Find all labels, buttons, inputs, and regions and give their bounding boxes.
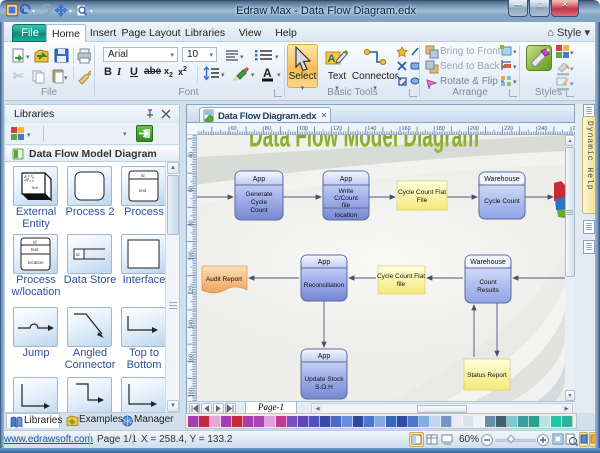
svg-text:text: text bbox=[139, 188, 147, 193]
svg-text:Update Stock: Update Stock bbox=[304, 376, 344, 383]
svg-text:Cycle: Cycle bbox=[251, 199, 268, 206]
svg-text:id: id bbox=[76, 252, 80, 257]
svg-text:text: text bbox=[31, 247, 39, 252]
svg-text:App: App bbox=[340, 176, 353, 183]
svg-text:Text: Text bbox=[31, 185, 39, 190]
svg-text:160: 160 bbox=[189, 354, 195, 363]
svg-text:▾: ▾ bbox=[277, 72, 281, 79]
svg-text:220: 220 bbox=[504, 126, 513, 132]
svg-text:120: 120 bbox=[333, 126, 342, 132]
svg-text:200: 200 bbox=[470, 126, 479, 132]
svg-text:▾: ▾ bbox=[513, 64, 517, 71]
svg-text:A: A bbox=[263, 66, 272, 80]
svg-text:Results: Results bbox=[477, 287, 499, 294]
svg-text:id: id bbox=[141, 173, 145, 178]
svg-text:S.O.H: S.O.H bbox=[315, 384, 333, 391]
svg-text:Audit Report: Audit Report bbox=[206, 276, 242, 283]
svg-text:Count: Count bbox=[250, 207, 268, 214]
svg-text:Warehouse: Warehouse bbox=[484, 176, 520, 183]
svg-text:▾: ▾ bbox=[221, 72, 225, 79]
svg-text:File: File bbox=[417, 197, 428, 204]
svg-text:▾: ▾ bbox=[27, 132, 31, 139]
svg-text:180: 180 bbox=[189, 388, 195, 397]
svg-text:140: 140 bbox=[189, 320, 195, 329]
svg-text:40: 40 bbox=[189, 152, 195, 158]
svg-text:80: 80 bbox=[265, 126, 271, 132]
svg-text:A: A bbox=[328, 53, 336, 65]
svg-text:App: App bbox=[318, 353, 331, 360]
svg-text:Generate: Generate bbox=[245, 191, 272, 198]
svg-text:✄: ✄ bbox=[13, 69, 23, 83]
svg-text:140: 140 bbox=[367, 126, 376, 132]
svg-text:▾: ▾ bbox=[240, 54, 244, 61]
svg-text:60: 60 bbox=[231, 126, 237, 132]
svg-text:Reconciliation: Reconciliation bbox=[304, 282, 345, 289]
svg-text:100: 100 bbox=[299, 126, 308, 132]
svg-text:▾: ▾ bbox=[570, 66, 574, 73]
svg-text:60: 60 bbox=[189, 186, 195, 192]
svg-text:Count: Count bbox=[479, 279, 497, 286]
svg-text:▾: ▾ bbox=[32, 9, 35, 15]
svg-text:file: file bbox=[397, 281, 406, 288]
svg-text:Warehouse: Warehouse bbox=[470, 259, 506, 266]
svg-text:id: id bbox=[33, 240, 37, 245]
svg-text:Status Report: Status Report bbox=[467, 372, 507, 379]
svg-text:80: 80 bbox=[189, 220, 195, 226]
svg-text:App: App bbox=[253, 176, 266, 183]
svg-text:id: id bbox=[26, 176, 29, 181]
svg-text:Data Flow Model Diagram: Data Flow Model Diagram bbox=[249, 135, 479, 154]
svg-text:App: App bbox=[318, 259, 331, 266]
svg-text:Write: Write bbox=[338, 188, 353, 195]
svg-text:location: location bbox=[335, 212, 358, 219]
svg-text:▾: ▾ bbox=[275, 54, 279, 61]
svg-text:▾: ▾ bbox=[64, 75, 68, 82]
svg-text:▾: ▾ bbox=[570, 50, 574, 57]
svg-text:240: 240 bbox=[538, 126, 547, 132]
svg-text:160: 160 bbox=[402, 126, 411, 132]
svg-text:▾: ▾ bbox=[570, 81, 574, 88]
svg-text:▾: ▾ bbox=[513, 49, 517, 56]
svg-text:▾: ▾ bbox=[26, 54, 30, 61]
svg-text:▾: ▾ bbox=[251, 72, 255, 79]
svg-text:location: location bbox=[28, 260, 44, 265]
svg-text:Cycle Count Flat: Cycle Count Flat bbox=[377, 273, 425, 280]
svg-text:Cycle Count Flat: Cycle Count Flat bbox=[398, 189, 446, 196]
svg-text:C/Count: C/Count bbox=[334, 195, 358, 202]
svg-text:120: 120 bbox=[189, 286, 195, 295]
svg-text:Cycle Count: Cycle Count bbox=[484, 198, 520, 205]
svg-text:file: file bbox=[342, 202, 351, 209]
svg-text:180: 180 bbox=[436, 126, 445, 132]
svg-text:100: 100 bbox=[189, 251, 195, 260]
svg-text:▾: ▾ bbox=[513, 79, 517, 86]
